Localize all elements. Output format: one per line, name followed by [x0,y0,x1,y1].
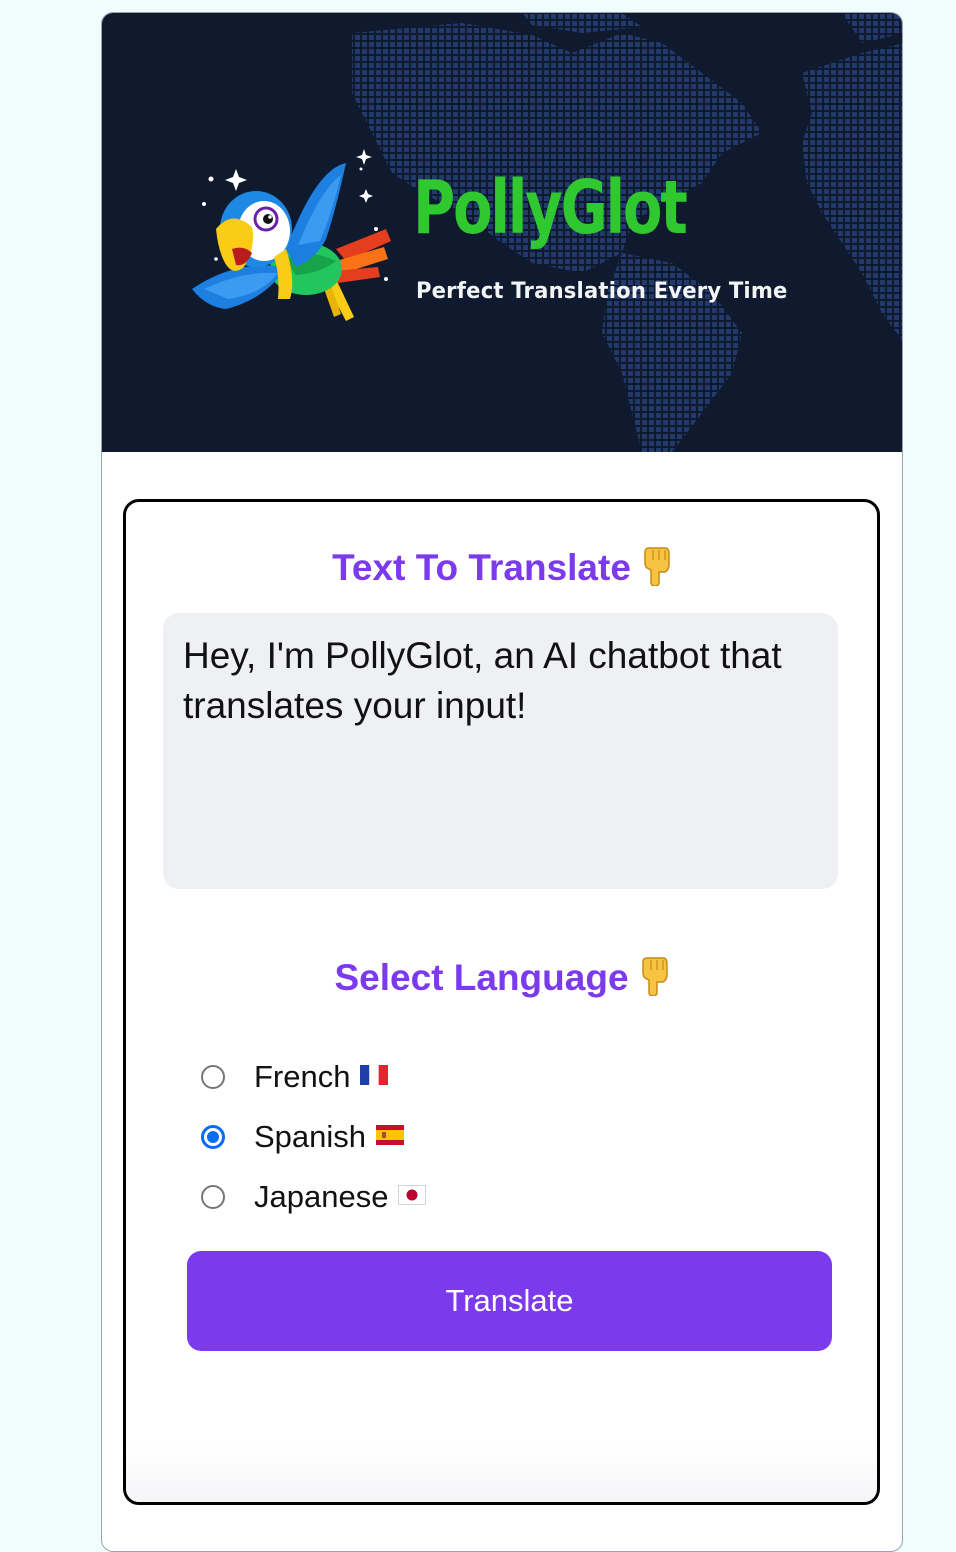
text-to-translate-input[interactable]: Hey, I'm PollyGlot, an AI chatbot that t… [163,613,838,889]
japanese-radio[interactable] [201,1185,225,1209]
language-options: French Spanish Japanese [201,1047,427,1227]
language-option-french[interactable]: French [201,1047,426,1107]
select-language-heading-label: Select Language [334,957,629,998]
app-card: PollyGlot Perfect Translation Every Time… [101,12,903,1552]
flag-japan-icon [398,1184,427,1210]
language-option-japanese[interactable]: Japanese [201,1167,427,1227]
flag-spain-icon [376,1124,405,1150]
text-to-translate-heading: Text To Translate [126,546,877,595]
text-to-translate-heading-label: Text To Translate [332,547,631,588]
hero-banner: PollyGlot Perfect Translation Every Time [102,13,902,452]
spanish-radio[interactable] [201,1125,225,1149]
brand-name: PollyGlot [413,165,688,251]
pointing-down-hand-icon [641,546,671,595]
parrot-icon [192,149,391,321]
translate-button[interactable]: Translate [187,1251,832,1351]
japanese-label: Japanese [254,1179,389,1214]
translation-panel: Text To Translate Hey, I'm PollyGlot, an… [123,499,880,1505]
brand-tagline: Perfect Translation Every Time [416,279,788,304]
french-radio[interactable] [201,1065,225,1089]
select-language-heading: Select Language [126,956,877,1005]
language-option-spanish[interactable]: Spanish [201,1107,426,1167]
flag-france-icon [360,1064,389,1090]
french-label: French [254,1059,351,1094]
spanish-label: Spanish [254,1119,367,1154]
pointing-down-hand-icon [639,956,669,1005]
